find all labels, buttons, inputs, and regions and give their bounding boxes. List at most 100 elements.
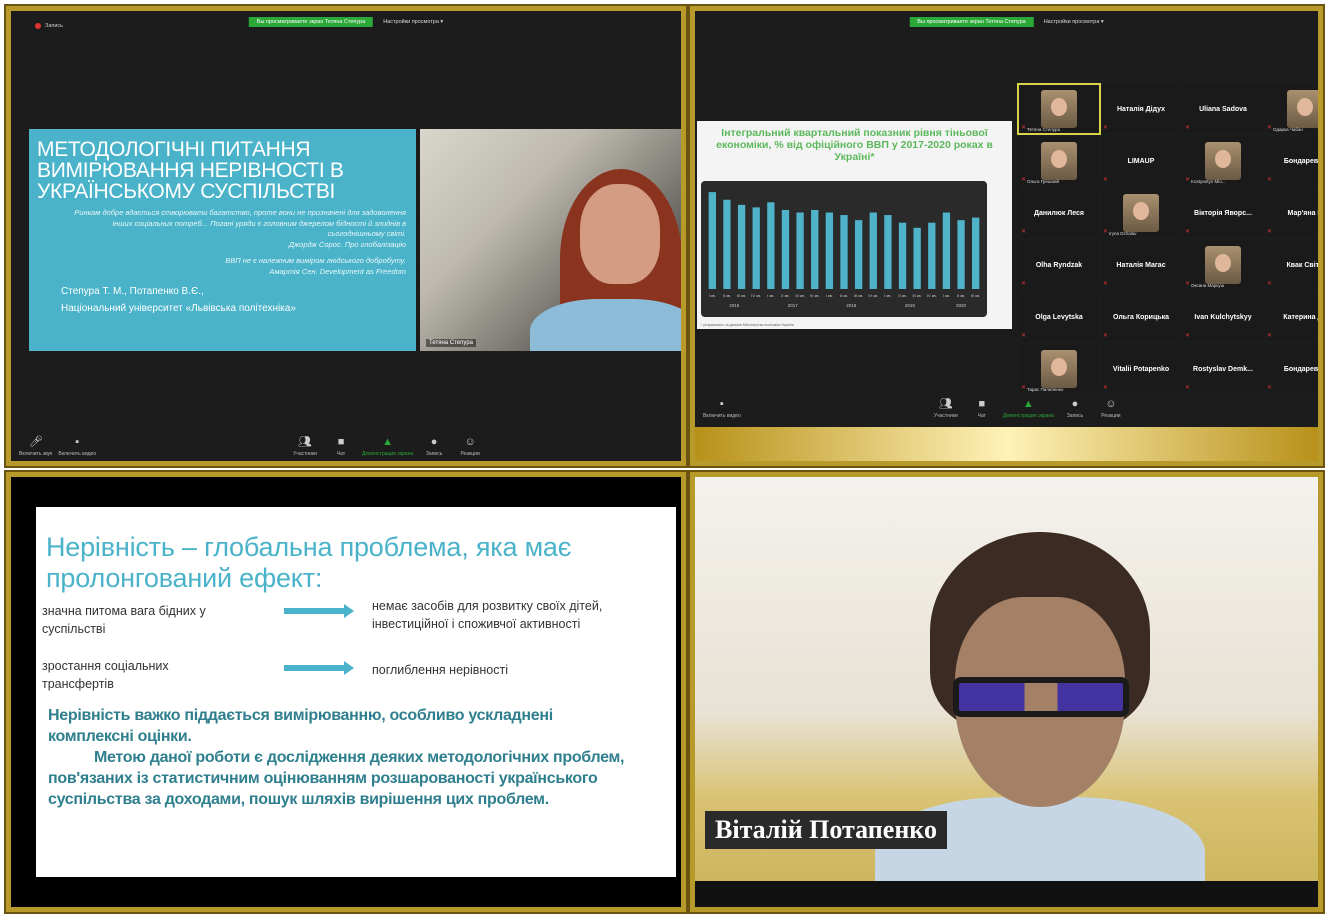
participant-tile[interactable]: Квак Світл ✕ (1265, 241, 1318, 289)
mic-muted-icon: ✕ (1021, 333, 1027, 339)
participant-video-thumb (1041, 90, 1077, 128)
inequality-slide: Нерівність – глобальна проблема, яка має… (36, 507, 676, 877)
start-video-button[interactable]: ▪ Включить видео (58, 437, 96, 458)
participant-name: Vitalii Potapenko (1112, 365, 1170, 373)
participant-name: Rostyslav Demk... (1193, 365, 1253, 373)
arrow-icon (284, 604, 354, 618)
participant-tile[interactable]: Бондаревсь ✕ (1265, 137, 1318, 185)
participant-tile[interactable]: Olga Levytska ✕ (1019, 293, 1099, 341)
participant-tile[interactable]: Одарка Чабан ✕ (1265, 85, 1318, 133)
share-banner: Вы просматриваете экран Тетяна Степура Н… (248, 17, 443, 27)
participant-tile[interactable]: Наталія Дідух ✕ (1101, 85, 1181, 133)
participant-video-thumb (1205, 246, 1241, 284)
recording-label: Запись (45, 23, 64, 29)
x-tick-label: IV кв. (868, 293, 878, 298)
share-screen-button[interactable]: ▲ Демонстрация экрана (1003, 399, 1054, 420)
participant-tile[interactable]: Данилюк Леся ✕ (1019, 189, 1099, 237)
participant-name: Uliana Sadova (1199, 105, 1247, 113)
participant-tile[interactable]: Оксана Маркуш ✕ (1183, 241, 1263, 289)
participant-tile[interactable]: Uliana Sadova ✕ (1183, 85, 1263, 133)
mic-muted-icon: ✕ (1267, 125, 1273, 131)
view-options-button[interactable]: Настройки просмотра ▾ (383, 19, 443, 25)
x-tick-label: III кв. (912, 293, 921, 298)
participant-tile[interactable]: Vitalii Potapenko ✕ (1101, 345, 1181, 393)
participants-button[interactable]: 👥︎ Участники (931, 398, 961, 420)
share-label: Демонстрация экрана (362, 451, 414, 457)
mic-muted-icon: ✕ (1103, 333, 1109, 339)
reactions-button[interactable]: ☺ Реакции (1096, 399, 1126, 420)
participant-tile[interactable]: Тарас Пилипенко ✕ (1019, 345, 1099, 393)
participant-tile[interactable]: Rostyslav Demk... ✕ (1183, 345, 1263, 393)
participant-tile[interactable]: Kostyantyn Mio... ✕ (1183, 137, 1263, 185)
x-tick-label: I кв. (709, 293, 716, 298)
viewing-screen-banner: Вы просматриваете экран Тетяна Степура (909, 17, 1034, 27)
effect-poverty: немає засобів для розвитку своїх дітей, … (372, 599, 603, 631)
quote-text: ВВП не є належним виміром людського добр… (225, 256, 406, 265)
participant-video-thumb (1041, 350, 1077, 388)
participant-tile[interactable]: Olha Ryndzak ✕ (1019, 241, 1099, 289)
record-button[interactable]: ● Запись (1060, 398, 1090, 420)
speaker-video[interactable]: Тетяна Степура (420, 129, 681, 351)
view-options-button[interactable]: Настройки просмотра ▾ (1044, 19, 1104, 25)
participant-tile[interactable]: Катерина Др ✕ (1265, 293, 1323, 341)
x-tick-label: IV кв. (810, 293, 820, 298)
participants-icon: 👥︎ (938, 398, 953, 410)
chart-bar (825, 212, 834, 289)
university-line: Національний університет «Львівська полі… (61, 303, 296, 314)
chart-bar (796, 212, 804, 289)
participants-button[interactable]: 👥︎ Участники (290, 436, 320, 458)
record-icon: ● (1071, 398, 1079, 410)
effect-transfers: поглиблення нерівності (372, 663, 509, 677)
participant-tile[interactable]: Вікторія Яворс... ✕ (1183, 189, 1263, 237)
cause-transfers: зростання соціальних трансфертів (42, 659, 169, 691)
participant-tile[interactable]: Наталія Магас ✕ (1101, 241, 1181, 289)
mic-muted-icon: ✕ (1185, 281, 1191, 287)
meeting-toolbar: ▪ Включить видео 👥︎ Участники ■ Чат ▲ Демонс… (695, 393, 1318, 423)
participant-tile[interactable]: Тетяна Степура ✕ (1017, 83, 1101, 135)
chart-bar (737, 204, 746, 289)
quote-author: Джордж Сорос. Про глобалізацію (288, 239, 406, 249)
chat-button[interactable]: ■ Чат (967, 399, 997, 420)
record-button[interactable]: ● Запись (419, 437, 449, 458)
chat-button[interactable]: ■ Чат (326, 437, 356, 458)
participant-tile[interactable]: Ольга Корицька ✕ (1101, 293, 1181, 341)
chart-bar (898, 222, 907, 289)
x-tick-label: II кв. (781, 293, 789, 298)
participant-name: Вікторія Яворс... (1194, 209, 1252, 217)
unmute-button[interactable]: 🎤︎ Включить звук (19, 437, 52, 458)
mic-muted-icon: ✕ (1103, 229, 1109, 235)
participant-name: Olha Ryndzak (1035, 261, 1083, 269)
start-video-button[interactable]: ▪ Включить видео (703, 398, 741, 420)
quote-author: Амартія Сен. Development as Freedom (269, 266, 406, 276)
participant-name: Мар'яна Б (1287, 209, 1323, 217)
reactions-button[interactable]: ☺ Реакции (455, 437, 485, 458)
mic-muted-icon: ✕ (1021, 281, 1027, 287)
participants-icon: 👥︎ (298, 436, 312, 448)
participant-name: Olga Levytska (1035, 313, 1083, 321)
record-dot-icon (35, 23, 41, 29)
participant-name: Бондаревсь (1283, 365, 1323, 373)
quote-sen: ВВП не є належним виміром людського добр… (37, 256, 406, 277)
participant-webcam[interactable]: Віталій Потапенко (695, 477, 1318, 907)
x-tick-label: IV кв. (751, 293, 761, 298)
bar-chart: I кв. II кв. III кв. IV кв. I кв. II кв. III к… (701, 181, 987, 317)
participant-name: Тарас Пилипенко (1027, 387, 1064, 392)
participant-tile[interactable]: Ivan Kulchytskyy ✕ (1183, 293, 1263, 341)
participant-tile[interactable]: Мар'яна Б ✕ (1265, 189, 1323, 237)
participant-tile[interactable]: Ольга Грешний ✕ (1019, 137, 1099, 185)
participant-gallery: Тетяна Степура ✕ Наталія Дідух ✕ Uliana Sado… (1017, 83, 1323, 393)
share-screen-button[interactable]: ▲ Демонстрация экрана (362, 437, 414, 458)
mic-muted-icon: ✕ (1021, 385, 1027, 391)
chart-bar (723, 199, 731, 289)
x-tick-label: I кв. (943, 293, 950, 298)
participant-name: Наталія Дідух (1116, 105, 1166, 113)
participant-tile[interactable]: Iryna Dzhalav ✕ (1101, 189, 1181, 237)
participant-name: Катерина Др (1283, 313, 1323, 321)
camera-off-icon: ▪ (719, 398, 724, 410)
participant-tile[interactable]: Бондаревсь ✕ (1265, 345, 1323, 393)
participant-tile[interactable]: LIMAUP ✕ (1101, 137, 1181, 185)
chart-bar (708, 192, 716, 289)
participant-video-thumb (1123, 194, 1159, 232)
x-group-label: 2017 (788, 303, 799, 308)
chart-bar (928, 222, 936, 289)
